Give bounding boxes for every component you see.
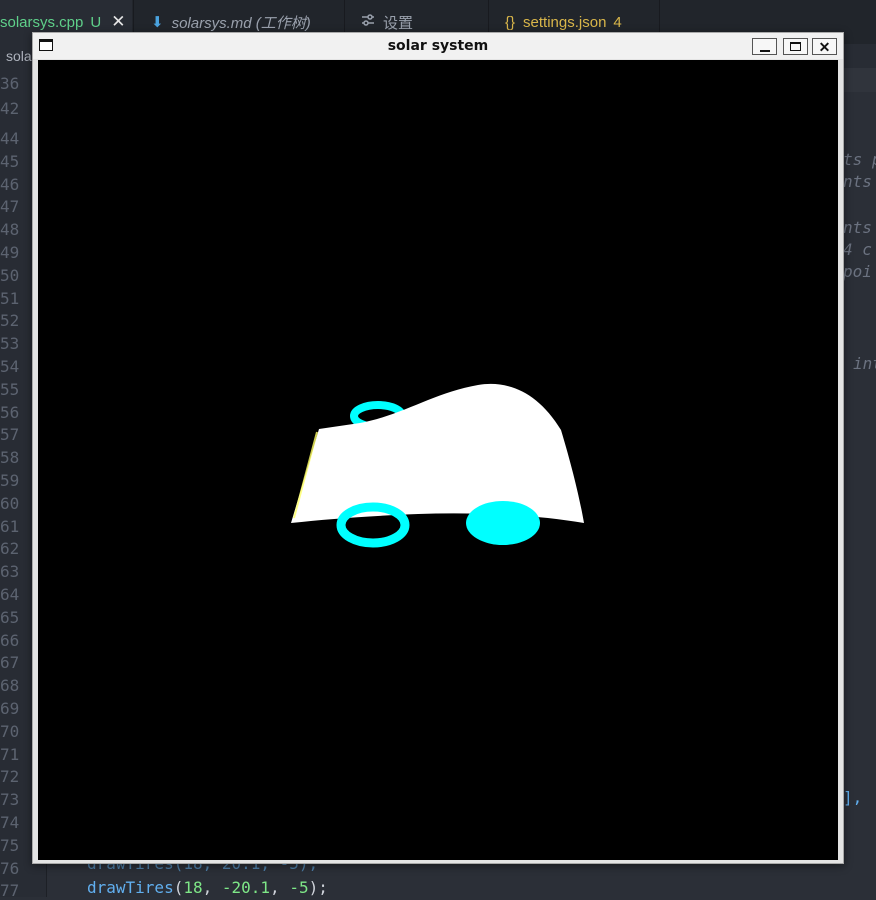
line-number: 65 (0, 607, 20, 627)
line-number: 64 (0, 585, 20, 604)
line-number: 50 (0, 265, 20, 285)
line-number: 46 (0, 174, 20, 194)
line-number: 56 (0, 402, 20, 422)
line-number: 60 (0, 493, 20, 513)
line-number: 75 (0, 835, 20, 855)
line-number: 54 (0, 357, 20, 376)
line-number: 59 (0, 471, 20, 490)
maximize-icon (790, 42, 801, 51)
line-number: 49 (0, 243, 20, 262)
tire-front-solid (466, 501, 540, 545)
line-number: 42 (0, 99, 20, 118)
download-icon: ⬇ (151, 14, 164, 31)
solar-system-window[interactable]: solar system ✕ (32, 32, 844, 864)
line-number: 70 (0, 721, 20, 741)
line-number: 52 (0, 311, 20, 331)
code-fragment: 4 c (843, 240, 872, 259)
line-number: 68 (0, 676, 20, 696)
json-braces-icon: {} (505, 13, 516, 31)
car-scene (291, 383, 584, 548)
line-number: 66 (0, 630, 20, 650)
line-number: 45 (0, 151, 20, 171)
code-fragment: nts (843, 172, 872, 191)
line-number: 48 (0, 220, 20, 240)
minimize-icon (759, 49, 770, 52)
car-body (291, 383, 584, 523)
maximize-button[interactable] (783, 38, 808, 55)
line-number: 58 (0, 448, 20, 468)
line-number: 76 (0, 858, 20, 878)
tab-label: solarsys.md (工作树) (171, 14, 311, 32)
code-fragment: nts (843, 218, 872, 237)
settings-sliders-icon (361, 13, 375, 31)
line-number: 53 (0, 334, 20, 354)
close-icon: ✕ (818, 38, 831, 55)
line-number: 47 (0, 197, 20, 217)
line-number: 74 (0, 813, 20, 832)
line-number: 44 (0, 129, 20, 148)
window-titlebar[interactable]: solar system ✕ (33, 33, 843, 59)
code-fragment: ], (843, 788, 863, 807)
line-number: 69 (0, 699, 20, 718)
close-button[interactable]: ✕ (812, 38, 837, 55)
line-number: 67 (0, 653, 20, 673)
line-number: 61 (0, 516, 20, 536)
line-number: 72 (0, 767, 20, 787)
line-number: 63 (0, 562, 20, 582)
line-number: 71 (0, 744, 20, 764)
line-number: 51 (0, 288, 20, 308)
code-fragment: poi (843, 262, 872, 281)
code-line: drawTires(18, -20.1, -5); (87, 878, 328, 897)
window-title: solar system (387, 38, 489, 54)
line-number: 73 (0, 790, 20, 810)
minimize-button[interactable] (752, 38, 777, 55)
tab-label: solarsys.cpp (0, 13, 84, 31)
line-number: 55 (0, 379, 20, 399)
line-number: 36 (0, 74, 20, 93)
tab-label: 设置 (383, 14, 414, 32)
gl-viewport[interactable] (38, 60, 838, 860)
line-number: 57 (0, 425, 20, 445)
line-number: 62 (0, 539, 20, 559)
modified-badge: U (90, 13, 102, 31)
tab-label: settings.json (523, 13, 607, 31)
code-fragment: ts p (843, 150, 876, 169)
close-icon[interactable]: ✕ (111, 12, 125, 32)
code-fragment: int (853, 354, 876, 373)
problems-badge: 4 (613, 13, 622, 31)
